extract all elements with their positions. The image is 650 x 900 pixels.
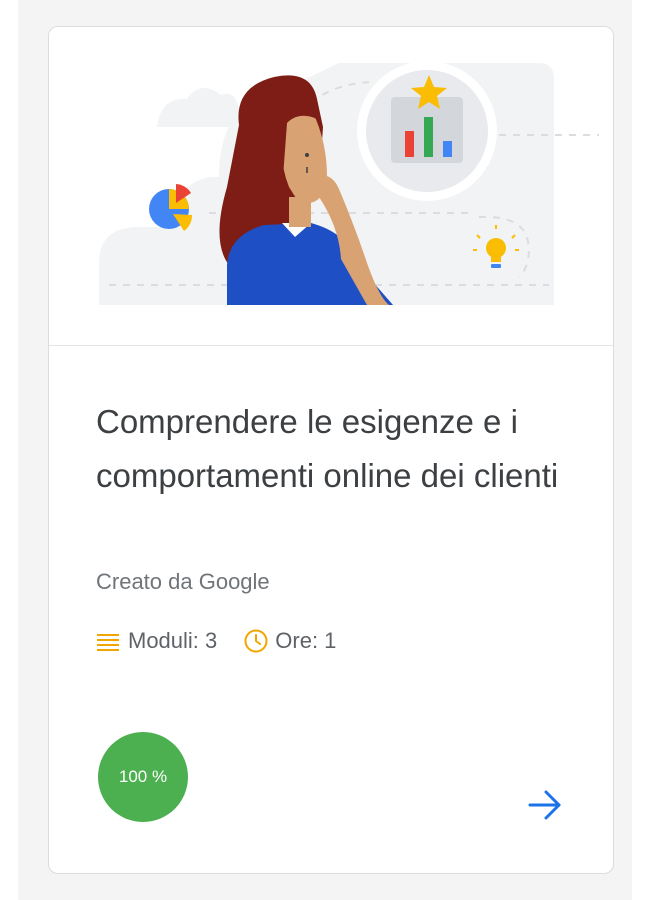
clock-icon	[243, 628, 269, 654]
hours-label: Ore: 1	[275, 628, 337, 653]
arrow-right-icon[interactable]	[525, 785, 565, 825]
course-meta: Moduli: 3 Ore: 1	[96, 627, 336, 655]
modules-label: Moduli: 3	[128, 628, 218, 653]
progress-badge: 100 %	[98, 732, 188, 822]
course-author: Creato da Google	[96, 569, 270, 594]
card-divider	[49, 345, 613, 346]
course-title[interactable]: Comprendere le esigenze e i comportament…	[96, 395, 576, 503]
course-card[interactable]: Comprendere le esigenze e i comportament…	[48, 26, 614, 874]
hours-info: Ore: 1	[243, 628, 336, 654]
modules-info: Moduli: 3	[96, 628, 217, 654]
course-illustration	[49, 27, 613, 345]
list-icon	[96, 628, 122, 654]
